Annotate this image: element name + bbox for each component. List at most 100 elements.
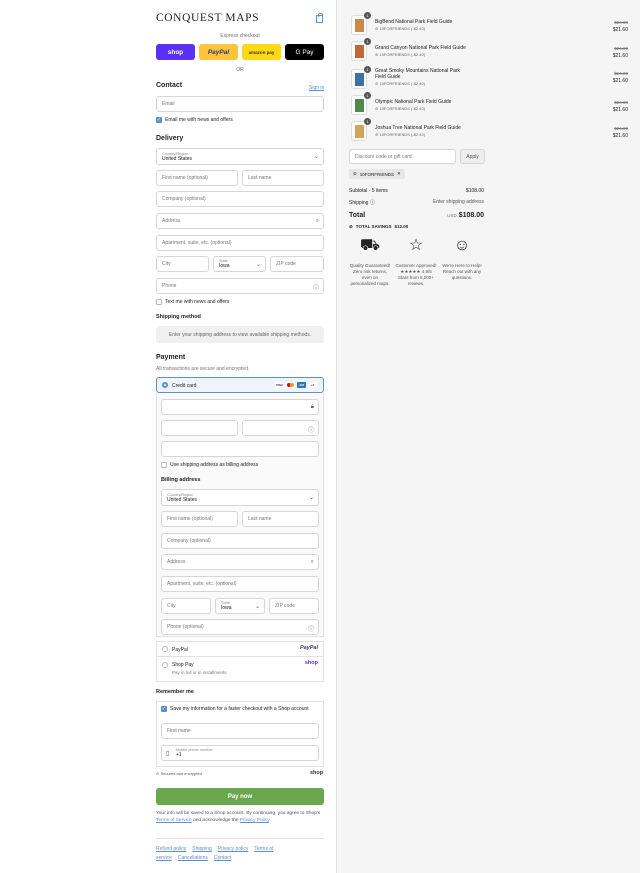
- shop-pay-button[interactable]: shop: [156, 44, 195, 60]
- name-on-card-field[interactable]: [161, 441, 319, 457]
- mobile-phone-field[interactable]: ▯ Mobile phone number +1: [161, 745, 319, 761]
- text-news-checkbox[interactable]: Text me with news and offers: [156, 299, 229, 305]
- state-select[interactable]: State Iowa ⌄: [213, 256, 266, 272]
- billing-last-name-field[interactable]: Last name: [242, 511, 319, 527]
- email-news-checkbox[interactable]: ✓ Email me with news and offers: [156, 117, 233, 123]
- product-discount: ⊘ 10FORFRIENDS (-$2.40): [375, 26, 426, 31]
- help-circle-icon[interactable]: ⓘ: [370, 200, 375, 206]
- privacy-link[interactable]: Privacy Policy: [240, 818, 270, 823]
- billing-address-field[interactable]: Address ⌕: [161, 554, 319, 570]
- chat-icon: ☺: [453, 237, 471, 254]
- order-summary-panel: 1 BigBend National Park Field Guide ⊘ 10…: [336, 0, 640, 873]
- billing-country-select[interactable]: Country/Region United States ⌄: [161, 489, 319, 506]
- quantity-badge: 1: [364, 118, 371, 125]
- radio-icon: [162, 662, 168, 668]
- lock-icon: 🔒︎: [310, 404, 314, 410]
- radio-selected-icon: [162, 382, 168, 388]
- billing-first-name-field[interactable]: First name (optional): [161, 511, 238, 527]
- phone-field[interactable]: Phone ⓘ: [156, 278, 324, 294]
- product-name: Joshua Tree National Park Field Guide: [375, 125, 461, 131]
- help-perk: ☺ We're Here to Help! Reach out with any …: [441, 232, 483, 281]
- amex-icon: AM: [297, 382, 306, 388]
- billing-company-field[interactable]: Company (optional): [161, 533, 319, 549]
- shop-first-name-field[interactable]: First name: [161, 723, 319, 739]
- brand-logo[interactable]: CONQUEST MAPS: [156, 12, 259, 24]
- discount-tag: ⊘ 10FORFRIENDS ✕: [349, 169, 405, 179]
- billing-phone-field[interactable]: Phone (optional) ⓘ: [161, 619, 319, 635]
- cart-item: 1 Grand Canyon National Park Field Guide…: [349, 38, 628, 65]
- subtotal-row: Subtotal · 5 items $108.00: [349, 188, 484, 194]
- sign-in-link[interactable]: Sign in: [309, 85, 324, 91]
- express-buttons: shop PayPal amazon pay G Pay: [156, 44, 324, 60]
- paypal-label: PayPal: [172, 647, 188, 653]
- apartment-field[interactable]: Apartment, suite, etc. (optional): [156, 235, 324, 251]
- close-icon[interactable]: ✕: [397, 171, 401, 177]
- original-price: $24.00: [614, 126, 628, 131]
- terms-link[interactable]: Terms of Service: [156, 818, 192, 823]
- privacy-policy-link[interactable]: Privacy policy: [218, 846, 249, 852]
- chevron-down-icon: ⌄: [255, 262, 261, 268]
- cart-item: 1 Olympic National Park Field Guide ⊘ 10…: [349, 92, 628, 119]
- last-name-field[interactable]: Last name: [242, 170, 324, 186]
- tag-icon: ⊘: [353, 171, 357, 176]
- billing-same-checkbox[interactable]: Use shipping address as billing address: [161, 462, 258, 468]
- chevron-down-icon: ⌄: [308, 495, 314, 501]
- credit-card-option[interactable]: Credit card VISA AM +3: [156, 377, 324, 393]
- amazon-pay-button[interactable]: amazon pay: [242, 44, 281, 60]
- city-field[interactable]: City: [156, 256, 209, 272]
- help-circle-icon[interactable]: ⓘ: [313, 283, 319, 292]
- product-name: BigBend National Park Field Guide: [375, 19, 453, 25]
- zip-field[interactable]: ZIP code: [270, 256, 324, 272]
- cart-item: 1 Great Smoky Mountains National Park Fi…: [349, 65, 628, 93]
- paypal-option[interactable]: PayPal PayPal: [156, 641, 324, 657]
- paypal-logo: PayPal: [299, 645, 318, 651]
- card-number-field[interactable]: 🔒︎: [161, 399, 319, 415]
- company-field[interactable]: Company (optional): [156, 191, 324, 207]
- security-code-field[interactable]: ⓘ: [242, 420, 319, 436]
- footer-links: Refund policy Shipping Privacy policy Terms…: [156, 845, 326, 863]
- billing-city-field[interactable]: City: [161, 598, 211, 614]
- shop-pay-logo: shop: [304, 660, 318, 666]
- shipping-link[interactable]: Shipping: [192, 846, 211, 852]
- discount-code-input[interactable]: Discount code or gift card: [349, 149, 456, 164]
- quantity-badge: 1: [364, 12, 371, 19]
- email-field[interactable]: Email: [156, 96, 324, 112]
- total-row: Total USD $108.00: [349, 212, 484, 219]
- chevron-down-icon: ⌄: [313, 154, 319, 160]
- address-field[interactable]: Address ⌕: [156, 213, 324, 229]
- cancellations-link[interactable]: Cancellations: [178, 855, 208, 861]
- product-name: Olympic National Park Field Guide: [375, 99, 452, 105]
- first-name-field[interactable]: First name (optional): [156, 170, 238, 186]
- star-icon: ☆: [408, 237, 424, 254]
- shop-pay-option[interactable]: Shop Pay Pay in full or in installments …: [156, 657, 324, 682]
- shopping-bag-icon[interactable]: [316, 13, 323, 23]
- original-price: $24.00: [614, 20, 628, 25]
- billing-zip-field[interactable]: ZIP code: [269, 598, 319, 614]
- help-circle-icon[interactable]: ⓘ: [308, 624, 314, 633]
- country-select[interactable]: Country/Region United States ⌄: [156, 148, 324, 165]
- billing-heading: Billing address: [161, 477, 201, 483]
- contact-heading: Contact: [156, 82, 183, 89]
- refund-policy-link[interactable]: Refund policy: [156, 846, 186, 852]
- billing-apartment-field[interactable]: Apartment, suite, etc. (optional): [161, 576, 319, 592]
- shop-pay-label: Shop Pay: [172, 662, 194, 668]
- discounted-price: $21.60: [612, 53, 628, 59]
- paypal-button[interactable]: PayPal: [199, 44, 238, 60]
- checkbox-checked-icon: ✓: [156, 117, 162, 123]
- save-info-checkbox[interactable]: ✓ Save my information for a faster checko…: [161, 706, 309, 712]
- or-divider: OR: [236, 67, 244, 73]
- credit-card-label: Credit card: [172, 383, 197, 389]
- help-circle-icon[interactable]: ⓘ: [308, 425, 314, 434]
- apply-button[interactable]: Apply: [460, 149, 485, 164]
- discounted-price: $21.60: [612, 107, 628, 113]
- contact-link[interactable]: Contact: [214, 855, 231, 861]
- shop-logo: shop: [310, 770, 324, 776]
- payment-subtitle: All transactions are secure and encrypte…: [156, 366, 250, 372]
- expiry-field[interactable]: [161, 420, 238, 436]
- shipping-method-notice: Enter your shipping address to view avai…: [156, 326, 324, 343]
- secure-note: ⊙ Secured and encrypted: [156, 771, 202, 776]
- google-pay-button[interactable]: G Pay: [285, 44, 324, 60]
- pay-now-button[interactable]: Pay now: [156, 788, 324, 805]
- billing-state-select[interactable]: State Iowa ⌄: [215, 598, 265, 614]
- savings-row: ⊘ TOTAL SAVINGS $12.00: [349, 224, 409, 229]
